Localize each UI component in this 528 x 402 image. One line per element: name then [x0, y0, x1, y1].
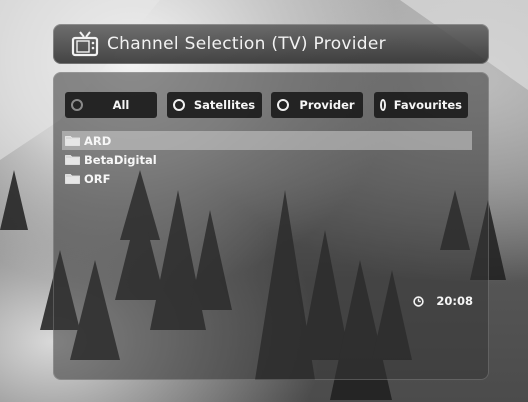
- tab-label: Satellites: [193, 98, 256, 112]
- clock-time: 20:08: [436, 294, 473, 308]
- channel-panel: All Satellites Provider Favourites ARD B…: [53, 72, 489, 380]
- title-bar: Channel Selection (TV) Provider: [53, 24, 489, 64]
- folder-icon: [65, 174, 80, 184]
- radio-icon: [277, 99, 289, 111]
- list-item-betadigital[interactable]: BetaDigital: [62, 150, 472, 169]
- list-item-orf[interactable]: ORF: [62, 169, 472, 188]
- list-item-label: ORF: [84, 171, 111, 186]
- tab-satellites[interactable]: Satellites: [167, 92, 262, 118]
- tv-icon: [71, 31, 99, 57]
- folder-icon: [65, 155, 80, 165]
- radio-icon: [173, 99, 185, 111]
- tab-label: Provider: [299, 98, 355, 112]
- tab-label: All: [112, 98, 130, 112]
- tab-provider[interactable]: Provider: [271, 92, 363, 118]
- tab-label: Favourites: [393, 98, 462, 112]
- folder-icon: [65, 136, 80, 146]
- provider-list: ARD BetaDigital ORF: [62, 131, 472, 188]
- clock-icon: [413, 295, 425, 307]
- clock: 20:08: [413, 294, 473, 308]
- list-item-label: BetaDigital: [84, 152, 157, 167]
- list-item-label: ARD: [84, 133, 112, 148]
- list-item-ard[interactable]: ARD: [62, 131, 472, 150]
- radio-icon: [380, 99, 386, 111]
- tab-all[interactable]: All: [65, 92, 157, 118]
- radio-icon: [71, 99, 83, 111]
- page-title: Channel Selection (TV) Provider: [107, 34, 386, 54]
- tab-favourites[interactable]: Favourites: [374, 92, 468, 118]
